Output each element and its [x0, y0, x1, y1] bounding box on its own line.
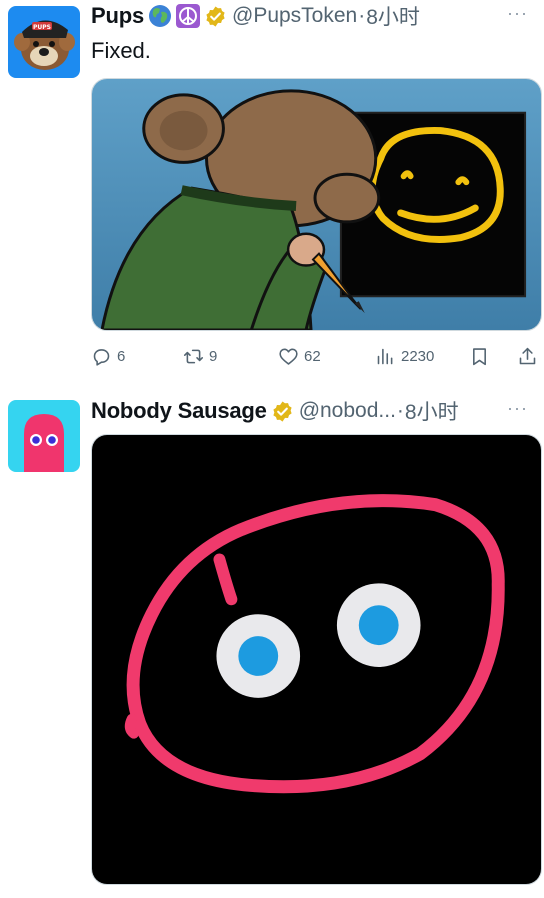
share-icon — [519, 347, 536, 364]
tweet-actions: 6 9 62 2230 — [91, 343, 538, 369]
verified-badge-icon — [204, 5, 227, 28]
timestamp[interactable]: 8小时 — [405, 396, 459, 426]
handle[interactable]: @PupsToken — [232, 4, 357, 28]
reply-icon — [93, 348, 110, 366]
tweet-header: Nobody Sausage @nobod... · 8小时 ··· — [91, 396, 534, 426]
globe-europe-africa-icon — [148, 4, 172, 28]
more-options-icon[interactable]: ··· — [507, 3, 528, 24]
verified-badge-icon — [271, 400, 294, 423]
separator-dot: · — [358, 4, 366, 27]
retweet-count: 9 — [209, 347, 218, 365]
svg-text:PUPS: PUPS — [33, 24, 51, 31]
like-button[interactable]: 62 — [278, 343, 321, 369]
tweet-pups[interactable]: PUPS Pups @PupsToken · 8小时 ··· Fixed. 6 … — [0, 0, 544, 380]
views-button[interactable]: 2230 — [375, 343, 434, 369]
display-name[interactable]: Pups — [91, 3, 144, 29]
like-count: 62 — [304, 347, 321, 365]
bookmark-button[interactable] — [469, 343, 490, 369]
share-button[interactable] — [517, 343, 538, 369]
tweet-image-bear-drawing[interactable] — [91, 78, 542, 331]
timestamp[interactable]: 8小时 — [366, 1, 420, 31]
tweet-image-pink-face-drawing[interactable] — [91, 434, 542, 885]
retweet-icon — [183, 349, 204, 363]
peace-symbol-icon — [176, 4, 200, 28]
avatar[interactable] — [8, 400, 80, 472]
separator-dot: · — [396, 399, 404, 422]
handle[interactable]: @nobod... — [299, 399, 396, 423]
avatar[interactable]: PUPS — [8, 6, 80, 78]
retweet-button[interactable]: 9 — [183, 343, 217, 369]
reply-button[interactable]: 6 — [91, 343, 125, 369]
views-bar-chart-icon — [377, 348, 393, 364]
tweet-text: Fixed. — [91, 38, 151, 63]
bookmark-icon — [473, 347, 486, 365]
more-options-icon[interactable]: ··· — [507, 398, 528, 419]
reply-count: 6 — [117, 347, 126, 365]
heart-icon — [279, 348, 298, 365]
tweet-nobody-sausage[interactable]: Nobody Sausage @nobod... · 8小时 ··· — [0, 380, 544, 898]
display-name[interactable]: Nobody Sausage — [91, 398, 267, 424]
tweet-header: Pups @PupsToken · 8小时 ··· — [91, 1, 534, 31]
view-count: 2230 — [401, 347, 435, 365]
